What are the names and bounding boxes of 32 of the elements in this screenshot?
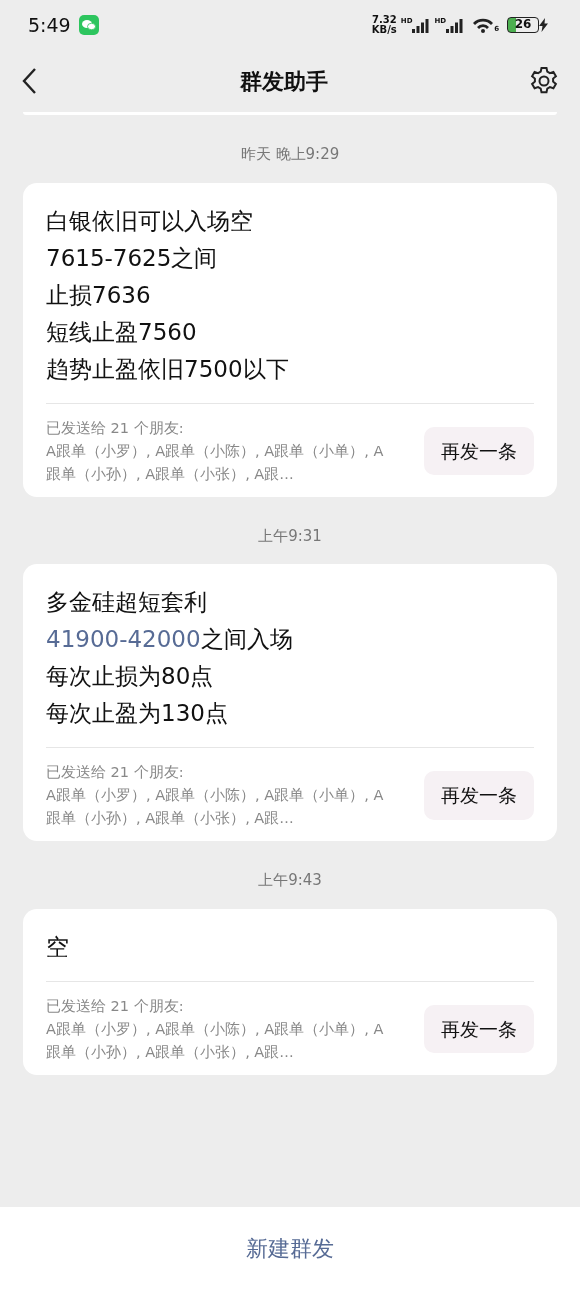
clock-time: 5:49 [28,12,71,38]
page-title: 群发助手 [240,67,328,96]
message-time: 昨天 晚上9:29 [239,144,341,165]
message-line: 趋势止盈依旧7500以下 [46,354,290,384]
signal-icon [446,17,465,33]
recipient-list: A跟单（小罗）, A跟单（小陈）, A跟单（小单）, A跟单（小孙）, A跟单（小张）, A跟… [46,784,391,830]
message-line: 每次止损为80点 [46,662,215,691]
sent-to-label: 已发送给 21 个朋友: [46,763,185,782]
chat-app-icon [78,15,99,35]
recipient-list: A跟单（小罗）, A跟单（小陈）, A跟单（小单）, A跟单（小孙）, A跟单（小张）, A跟… [46,1017,391,1064]
message-line: 空 [46,932,70,962]
message-line: 每次止盈为130点 [46,699,229,728]
message-line: 白银依旧可以入场空 [46,206,254,236]
message-line: 多金硅超短套利 [46,588,208,617]
message-line: 止损7636 [46,280,152,310]
message-time: 上午9:31 [257,525,323,547]
message-time: 上午9:43 [257,870,323,891]
resend-button[interactable]: 再发一条 [424,771,534,820]
network-speed-unit: KB/s [371,25,397,35]
wifi-icon [472,17,495,33]
number-link[interactable]: 41900-42000 [46,626,201,652]
resend-button[interactable]: 再发一条 [424,426,534,476]
resend-button[interactable]: 再发一条 [424,1004,534,1054]
message-line: 41900-42000之间入场 [46,625,294,654]
signal-icon [412,17,431,33]
sent-to-label: 已发送给 21 个朋友: [46,418,185,438]
new-broadcast-button[interactable]: 新建群发 [240,1230,340,1266]
recipient-list: A跟单（小罗）, A跟单（小陈）, A跟单（小单）, A跟单（小孙）, A跟单（小张）, A跟… [46,439,391,486]
network-speed-value: 7.32 [371,15,397,25]
message-line: 7615-7625之间 [46,243,219,273]
sent-to-label: 已发送给 21 个朋友: [46,996,185,1016]
message-line: 短线止盈7560 [46,317,198,347]
